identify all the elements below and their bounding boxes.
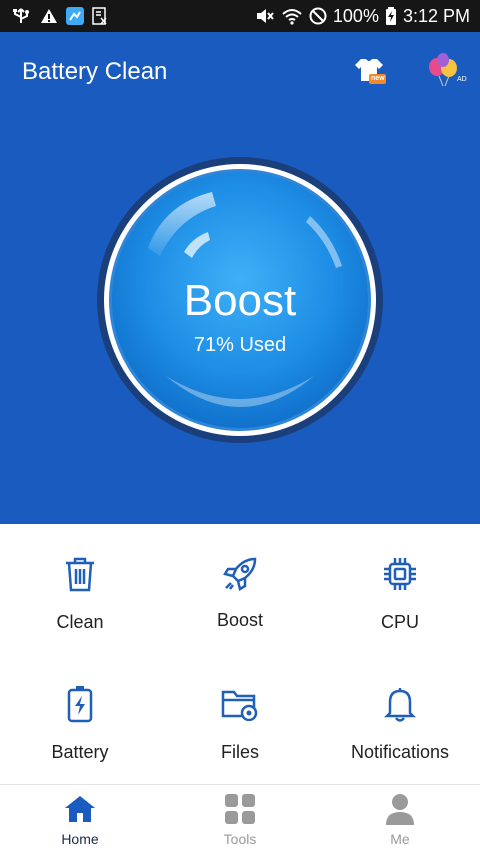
battery-percent-text: 100% [332, 5, 379, 26]
nav-home-label: Home [61, 831, 99, 847]
status-left-icons [10, 7, 108, 25]
status-bar: 100% 3:12 PM [0, 0, 480, 32]
rocket-icon [220, 554, 260, 594]
battery-tile[interactable]: Battery [0, 654, 160, 784]
clean-label: Clean [56, 612, 104, 632]
boost-tile[interactable]: Boost [160, 524, 320, 654]
notifications-tile[interactable]: Notifications [320, 654, 480, 784]
bottom-nav: Home Tools Me [0, 784, 480, 853]
theme-shirt-button[interactable]: new [352, 56, 386, 86]
app-notification-icon [66, 7, 84, 25]
bell-icon [380, 684, 420, 724]
hero-panel: Battery Clean new AD Boost 71% Used [0, 32, 480, 524]
clean-tile[interactable]: Clean [0, 524, 160, 654]
nav-me[interactable]: Me [320, 785, 480, 854]
usb-icon [10, 8, 32, 24]
tools-grid: Clean Boost CPU Battery Files Notificati… [0, 524, 480, 784]
files-tile[interactable]: Files [160, 654, 320, 784]
app-title: Battery Clean [22, 58, 168, 85]
folder-gear-icon [220, 684, 260, 724]
boost-tool-label: Boost [216, 610, 264, 630]
nav-tools[interactable]: Tools [160, 785, 320, 854]
cpu-tile[interactable]: CPU [320, 524, 480, 654]
trash-icon [60, 554, 100, 594]
person-icon [384, 793, 416, 825]
home-icon [64, 793, 96, 825]
battery-charging-icon [385, 7, 397, 25]
clock-text: 3:12 PM [402, 5, 470, 26]
nfc-icon [92, 7, 108, 25]
boost-orb-button[interactable]: Boost 71% Used [96, 156, 384, 444]
battery-label: Battery [51, 742, 109, 762]
ad-badge-text: AD [457, 76, 467, 83]
warning-icon [40, 8, 58, 24]
usage-text: 71% Used [193, 334, 287, 356]
cpu-label: CPU [380, 612, 419, 632]
files-label: Files [220, 742, 259, 762]
status-right-icons: 100% 3:12 PM [255, 6, 470, 27]
battery-icon [60, 684, 100, 724]
nav-me-label: Me [390, 831, 410, 847]
do-not-disturb-icon [309, 7, 327, 25]
grid-icon [224, 793, 256, 825]
boost-label: Boost [183, 276, 297, 325]
new-badge-text: new [371, 75, 385, 82]
notifications-label: Notifications [350, 742, 450, 762]
cpu-chip-icon [380, 554, 420, 594]
ad-button[interactable]: AD [425, 52, 469, 88]
mute-icon [255, 7, 275, 25]
wifi-icon [281, 7, 303, 25]
nav-tools-label: Tools [223, 831, 257, 847]
nav-home[interactable]: Home [0, 785, 160, 854]
